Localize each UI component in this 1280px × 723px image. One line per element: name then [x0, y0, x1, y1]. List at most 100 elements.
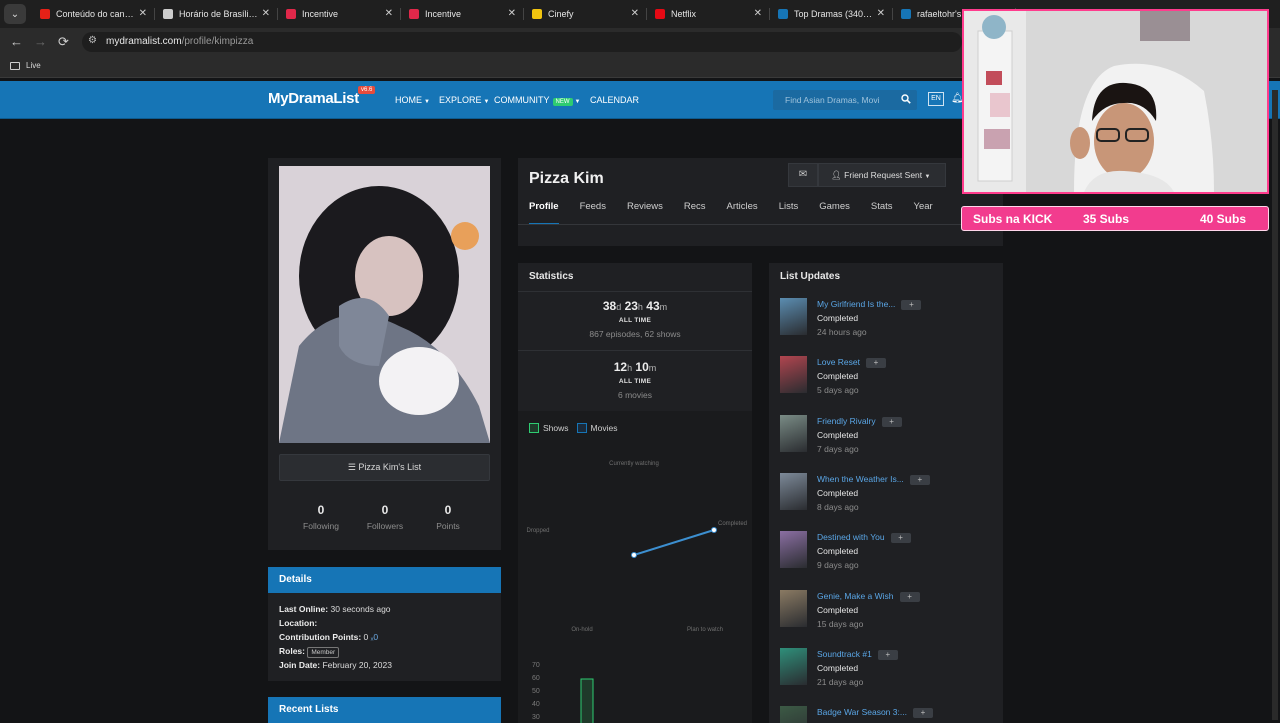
divider	[518, 291, 752, 292]
search-icon[interactable]	[901, 94, 911, 104]
points-label: Points	[436, 521, 460, 531]
profile-list-button[interactable]: ☰ Pizza Kim's List	[279, 454, 490, 481]
tab-year[interactable]: Year	[914, 201, 933, 225]
browser-tab[interactable]: Netflix ✕	[647, 0, 770, 28]
drama-poster[interactable]	[780, 356, 807, 394]
nav-community-label: COMMUNITY	[494, 95, 550, 105]
friend-request-label: Friend Request Sent	[844, 170, 923, 180]
language-button[interactable]: EN	[928, 92, 944, 106]
tab-articles[interactable]: Articles	[727, 201, 758, 225]
close-icon[interactable]: ✕	[877, 8, 885, 19]
drama-poster[interactable]	[780, 589, 807, 627]
search-input[interactable]: Find Asian Dramas, Movi	[773, 90, 917, 110]
youtube-icon	[40, 9, 50, 19]
data-point[interactable]	[711, 527, 717, 533]
drama-poster[interactable]	[780, 706, 807, 723]
subs-label: Subs na KICK	[973, 212, 1053, 226]
drama-title-link[interactable]: When the Weather Is... +	[817, 474, 930, 485]
tick-label: 70	[532, 662, 540, 669]
scrollbar[interactable]	[1272, 90, 1278, 720]
browser-tab[interactable]: Incentive ✕	[278, 0, 401, 28]
bookmark-label: Live	[26, 61, 41, 70]
add-to-list-button[interactable]: +	[881, 416, 902, 427]
drama-title-link[interactable]: Destined with You +	[817, 532, 911, 544]
followers-stat[interactable]: 0 Followers	[350, 503, 420, 531]
drama-title: Destined with You	[817, 532, 885, 543]
browser-tab[interactable]: Cinefy ✕	[524, 0, 647, 28]
incentive-icon	[286, 9, 296, 19]
points-stat[interactable]: 0 Points	[413, 503, 483, 531]
chevron-down-icon: ▼	[574, 99, 581, 105]
drama-title-link[interactable]: My Girlfriend Is the... +	[817, 299, 922, 310]
drama-title-link[interactable]: Love Reset +	[817, 357, 886, 369]
tab-search-icon[interactable]: ⌄	[4, 4, 26, 24]
radar-chart: Currently watching Completed Plan to watch…	[526, 461, 747, 723]
friend-request-button[interactable]: 👤︎ Friend Request Sent ▼	[818, 163, 946, 187]
site-info-icon[interactable]: ⚙	[88, 35, 97, 46]
update-time: 24 hours ago	[817, 327, 867, 337]
close-icon[interactable]: ✕	[139, 8, 147, 19]
drama-title-link[interactable]: Genie, Make a Wish +	[817, 591, 920, 602]
nav-home[interactable]: HOME ▼	[395, 95, 430, 105]
list-item: Love Reset + Completed 5 days ago	[780, 356, 1000, 402]
mdl-icon	[778, 9, 788, 19]
add-to-list-button[interactable]: +	[890, 533, 911, 544]
browser-tab[interactable]: Horário de Brasília - ✕	[155, 0, 278, 28]
statistics-card: Statistics 38d 23h 43m ALL TIME 867 epis…	[518, 263, 752, 723]
bookmark-live[interactable]: Live	[10, 61, 41, 70]
drama-title-link[interactable]: Soundtrack #1 +	[817, 649, 898, 660]
watch-status: Completed	[817, 487, 859, 498]
tab-feeds[interactable]: Feeds	[580, 201, 606, 225]
tab-lists[interactable]: Lists	[779, 201, 799, 225]
drama-title-link[interactable]: Badge War Season 3:... +	[817, 707, 933, 719]
url-field[interactable]: ⚙ mydramalist.com/profile/kimpizza	[82, 32, 962, 52]
tab-title: Cinefy	[548, 9, 574, 19]
tab-recs[interactable]: Recs	[684, 201, 706, 225]
drama-poster[interactable]	[780, 414, 807, 452]
following-stat[interactable]: 0 Following	[286, 503, 356, 531]
add-to-list-button[interactable]: +	[877, 649, 898, 660]
shows-bar[interactable]	[580, 678, 594, 723]
add-to-list-button[interactable]: +	[912, 708, 933, 719]
drama-poster[interactable]	[780, 531, 807, 569]
data-point[interactable]	[631, 552, 637, 558]
add-to-list-button[interactable]: +	[866, 358, 886, 369]
reload-icon[interactable]: ⟳	[58, 34, 69, 50]
drama-title-link[interactable]: Friendly Rivalry +	[817, 416, 902, 427]
close-icon[interactable]: ✕	[385, 8, 393, 19]
nav-calendar[interactable]: CALENDAR	[590, 95, 639, 105]
add-to-list-button[interactable]: +	[901, 300, 922, 310]
message-button[interactable]: ✉	[788, 163, 818, 187]
nav-explore[interactable]: EXPLORE ▼	[439, 95, 489, 105]
nav-explore-label: EXPLORE	[439, 95, 482, 105]
tab-profile[interactable]: Profile	[529, 201, 559, 225]
close-icon[interactable]: ✕	[631, 8, 639, 19]
back-icon[interactable]: ←	[10, 34, 23, 49]
nav-community[interactable]: COMMUNITY NEW ▼	[494, 95, 581, 106]
axis-label: On-hold	[571, 627, 592, 633]
drama-poster[interactable]	[780, 472, 807, 510]
tab-reviews[interactable]: Reviews	[627, 201, 663, 225]
browser-tab[interactable]: Incentive ✕	[401, 0, 524, 28]
browser-tab[interactable]: Conteúdo do canal - ✕	[32, 0, 155, 28]
folder-icon	[10, 61, 20, 70]
site-logo[interactable]: MyDramaList	[268, 90, 359, 107]
tab-stats[interactable]: Stats	[871, 201, 893, 225]
add-to-list-button[interactable]: +	[899, 591, 920, 602]
last-online-value: 30 seconds ago	[330, 604, 391, 614]
tab-games[interactable]: Games	[819, 201, 850, 225]
contribution-link[interactable]: ₓ0	[371, 632, 379, 642]
close-icon[interactable]: ✕	[262, 8, 270, 19]
last-online-label: Last Online:	[279, 604, 329, 614]
list-updates-title: List Updates	[780, 271, 841, 282]
location-label: Location:	[279, 618, 318, 628]
forward-icon[interactable]: →	[34, 34, 47, 49]
close-icon[interactable]: ✕	[508, 8, 516, 19]
drama-poster[interactable]	[780, 298, 807, 335]
drama-poster[interactable]	[780, 647, 807, 685]
chevron-down-icon: ▼	[424, 99, 430, 105]
browser-tab[interactable]: Top Dramas (340 of 5 ✕	[770, 0, 893, 28]
close-icon[interactable]: ✕	[754, 8, 762, 19]
cinefy-icon	[532, 9, 542, 19]
add-to-list-button[interactable]: +	[909, 474, 930, 485]
